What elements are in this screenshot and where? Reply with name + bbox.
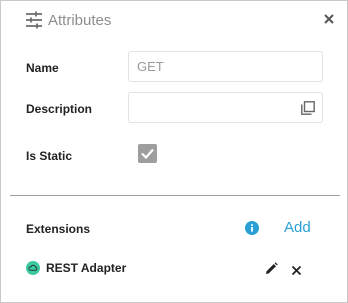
panel-title: Attributes xyxy=(48,11,112,29)
description-field[interactable] xyxy=(128,92,323,123)
expand-editor-icon[interactable] xyxy=(301,101,315,115)
cloud-icon xyxy=(26,261,40,275)
extensions-label: Extensions xyxy=(26,222,91,236)
checkmark-icon xyxy=(141,148,154,160)
name-label: Name xyxy=(26,61,59,75)
panel-header: Attributes xyxy=(25,10,111,30)
sliders-icon xyxy=(25,11,43,29)
remove-extension-icon[interactable] xyxy=(291,263,302,276)
extension-label: REST Adapter xyxy=(46,261,127,275)
edit-icon[interactable] xyxy=(265,262,278,275)
section-divider xyxy=(10,195,340,196)
description-label: Description xyxy=(26,102,93,116)
close-icon[interactable] xyxy=(322,12,336,26)
attributes-panel: Attributes Name Description Is Static Ex… xyxy=(0,0,348,303)
is-static-label: Is Static xyxy=(26,149,73,163)
extension-item: REST Adapter xyxy=(26,260,126,276)
name-field[interactable] xyxy=(128,51,323,82)
info-icon[interactable] xyxy=(245,221,259,235)
is-static-checkbox[interactable] xyxy=(138,144,157,163)
add-extension-button[interactable]: Add xyxy=(284,219,311,236)
